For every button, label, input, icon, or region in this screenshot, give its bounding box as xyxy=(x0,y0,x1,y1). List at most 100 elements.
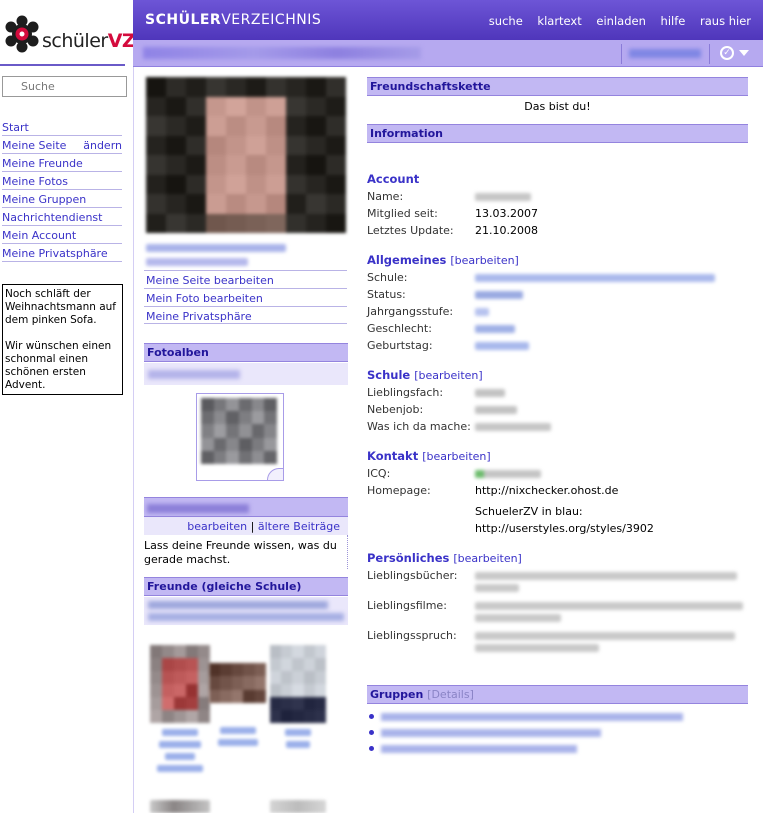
value-blurred xyxy=(475,406,517,414)
column-divider xyxy=(133,67,134,813)
account-row-name: Name: xyxy=(367,190,748,207)
friend-item[interactable] xyxy=(270,800,326,813)
value-blurred xyxy=(475,572,737,580)
allgemeines-row-geburtstag: Geburtstag: xyxy=(367,339,748,356)
brand-title[interactable]: SCHÜLERVERZEICHNIS xyxy=(145,12,321,28)
fotoalben-header: Fotoalben xyxy=(144,343,348,362)
nav-item-start[interactable]: Start xyxy=(2,118,122,136)
photo-album-thumbnail[interactable] xyxy=(196,393,284,481)
nav-item-meine-seite[interactable]: Meine Seite ändern xyxy=(2,136,122,154)
group-item[interactable] xyxy=(367,726,748,742)
nav-item-meine-gruppen[interactable]: Meine Gruppen xyxy=(2,190,122,208)
allgemeines-row-jahrgangsstufe: Jahrgangsstufe: xyxy=(367,305,748,322)
status-prompt-text[interactable]: Lass deine Freunde wissen, was du gerade… xyxy=(144,535,348,569)
kontakt-edit-link[interactable]: [bearbeiten] xyxy=(422,450,490,463)
friend-photo-pixelated[interactable] xyxy=(150,800,210,813)
divider xyxy=(621,44,622,64)
kontakt-row-homepage: Homepage: http://nixchecker.ohost.de xyxy=(367,484,619,497)
gruppen-header: Gruppen [Details] xyxy=(367,685,748,704)
status-box: bearbeiten | ältere Beiträge Lass deine … xyxy=(144,497,348,569)
top-nav-hilfe[interactable]: hilfe xyxy=(661,14,686,28)
friend-photo-pixelated[interactable] xyxy=(270,645,326,723)
status-separator: | xyxy=(250,520,255,533)
friend-photo-pixelated[interactable] xyxy=(270,800,326,813)
schule-row-lieblingsfach: Lieblingsfach: xyxy=(367,386,748,403)
value-blurred xyxy=(475,423,551,431)
allgemeines-edit-link[interactable]: [bearbeiten] xyxy=(450,254,518,267)
group-item[interactable] xyxy=(367,710,748,726)
grade-value-blurred[interactable] xyxy=(475,308,489,316)
value-blurred xyxy=(475,632,735,640)
name-value-blurred xyxy=(475,193,531,201)
subbar-link-blurred[interactable] xyxy=(629,49,701,58)
kontakt-title: Kontakt [bearbeiten] xyxy=(367,449,491,463)
gruppen-list xyxy=(367,710,748,758)
friend-item[interactable] xyxy=(270,645,326,753)
top-nav-raus-hier[interactable]: raus hier xyxy=(700,14,751,28)
friend-photo-pixelated[interactable] xyxy=(150,645,210,723)
top-nav-einladen[interactable]: einladen xyxy=(596,14,645,28)
gender-value-blurred[interactable] xyxy=(475,325,515,333)
schule-edit-link[interactable]: [bearbeiten] xyxy=(414,369,482,382)
allgemeines-row-status: Status: xyxy=(367,288,748,305)
mein-foto-bearbeiten-link[interactable]: Mein Foto bearbeiten xyxy=(144,288,347,306)
nav-item-meine-freunde[interactable]: Meine Freunde xyxy=(2,154,122,172)
top-nav-klartext[interactable]: klartext xyxy=(537,14,581,28)
friend-name-blurred[interactable] xyxy=(150,729,210,772)
profile-name-blurred xyxy=(143,47,421,59)
friend-item[interactable] xyxy=(209,663,266,751)
profile-title-bar: ✓ xyxy=(133,40,763,67)
value-blurred xyxy=(475,644,599,652)
announcement-text-2: Wir wünschen einen schonmal einen schöne… xyxy=(5,340,112,391)
nav-item-nachrichtendienst[interactable]: Nachrichtendienst xyxy=(2,208,122,226)
icq-value-blurred xyxy=(475,470,541,478)
search-input[interactable]: Suche xyxy=(2,76,127,97)
information-header: Information xyxy=(367,124,748,143)
status-edit-link[interactable]: bearbeiten xyxy=(187,520,247,533)
group-item[interactable] xyxy=(367,742,748,758)
schuelervz-logo[interactable]: schülerVZ xyxy=(0,8,136,58)
top-nav-suche[interactable]: suche xyxy=(489,14,523,28)
older-posts-link[interactable]: ältere Beiträge xyxy=(258,520,340,533)
logo-text: schülerVZ xyxy=(42,30,136,52)
meine-privatsphaere-link[interactable]: Meine Privatsphäre xyxy=(144,306,347,324)
account-row-last-update: Letztes Update: 21.10.2008 xyxy=(367,224,538,237)
status-header-blurred xyxy=(147,504,249,513)
friend-item[interactable] xyxy=(150,800,210,813)
friend-name-blurred[interactable] xyxy=(209,727,266,746)
value-blurred xyxy=(475,584,519,592)
persoenliches-edit-link[interactable]: [bearbeiten] xyxy=(453,552,521,565)
homepage-value[interactable]: http://nixchecker.ohost.de xyxy=(475,484,618,497)
nav-item-meine-privatsphaere[interactable]: Meine Privatsphäre xyxy=(2,244,122,262)
top-header-bar: SCHÜLERVERZEICHNIS suche klartext einlad… xyxy=(133,0,763,40)
kontakt-row-extra-2: http://userstyles.org/styles/3902 xyxy=(475,522,654,535)
meine-seite-bearbeiten-link[interactable]: Meine Seite bearbeiten xyxy=(144,270,347,288)
gruppen-details-link[interactable]: [Details] xyxy=(427,688,474,701)
profile-photo-pixelated[interactable] xyxy=(146,77,346,233)
friend-name-blurred[interactable] xyxy=(270,729,326,748)
school-value-blurred[interactable] xyxy=(475,274,715,282)
checkmark-circle-icon[interactable]: ✓ xyxy=(720,46,734,60)
nav-item-meine-fotos[interactable]: Meine Fotos xyxy=(2,172,122,190)
logo-divider xyxy=(0,64,125,66)
allgemeines-row-geschlecht: Geschlecht: xyxy=(367,322,748,339)
friend-item[interactable] xyxy=(150,645,210,777)
status-header xyxy=(144,497,348,517)
chevron-down-icon[interactable] xyxy=(739,50,749,56)
persoenliches-row-spruch: Lieblingsspruch: xyxy=(367,629,748,659)
album-name-blurred[interactable] xyxy=(148,370,240,379)
nav-item-mein-account[interactable]: Mein Account xyxy=(2,226,122,244)
birthday-value-blurred[interactable] xyxy=(475,342,529,350)
page-curl-icon xyxy=(267,468,283,480)
persoenliches-row-buecher: Lieblingsbücher: xyxy=(367,569,748,599)
top-navigation: suche klartext einladen hilfe raus hier xyxy=(478,14,751,28)
value-blurred xyxy=(475,389,505,397)
kontakt-row-extra-1: SchuelerZV in blau: xyxy=(475,505,583,518)
nav-item-aendern-link[interactable]: ändern xyxy=(83,139,122,152)
friend-photo-pixelated[interactable] xyxy=(209,663,266,703)
account-row-member-since: Mitglied seit: 13.03.2007 xyxy=(367,207,538,220)
persoenliches-title: Persönliches [bearbeiten] xyxy=(367,551,522,565)
schule-row-nebenjob: Nebenjob: xyxy=(367,403,748,420)
schule-title: Schule [bearbeiten] xyxy=(367,368,483,382)
status-value-blurred[interactable] xyxy=(475,291,523,299)
